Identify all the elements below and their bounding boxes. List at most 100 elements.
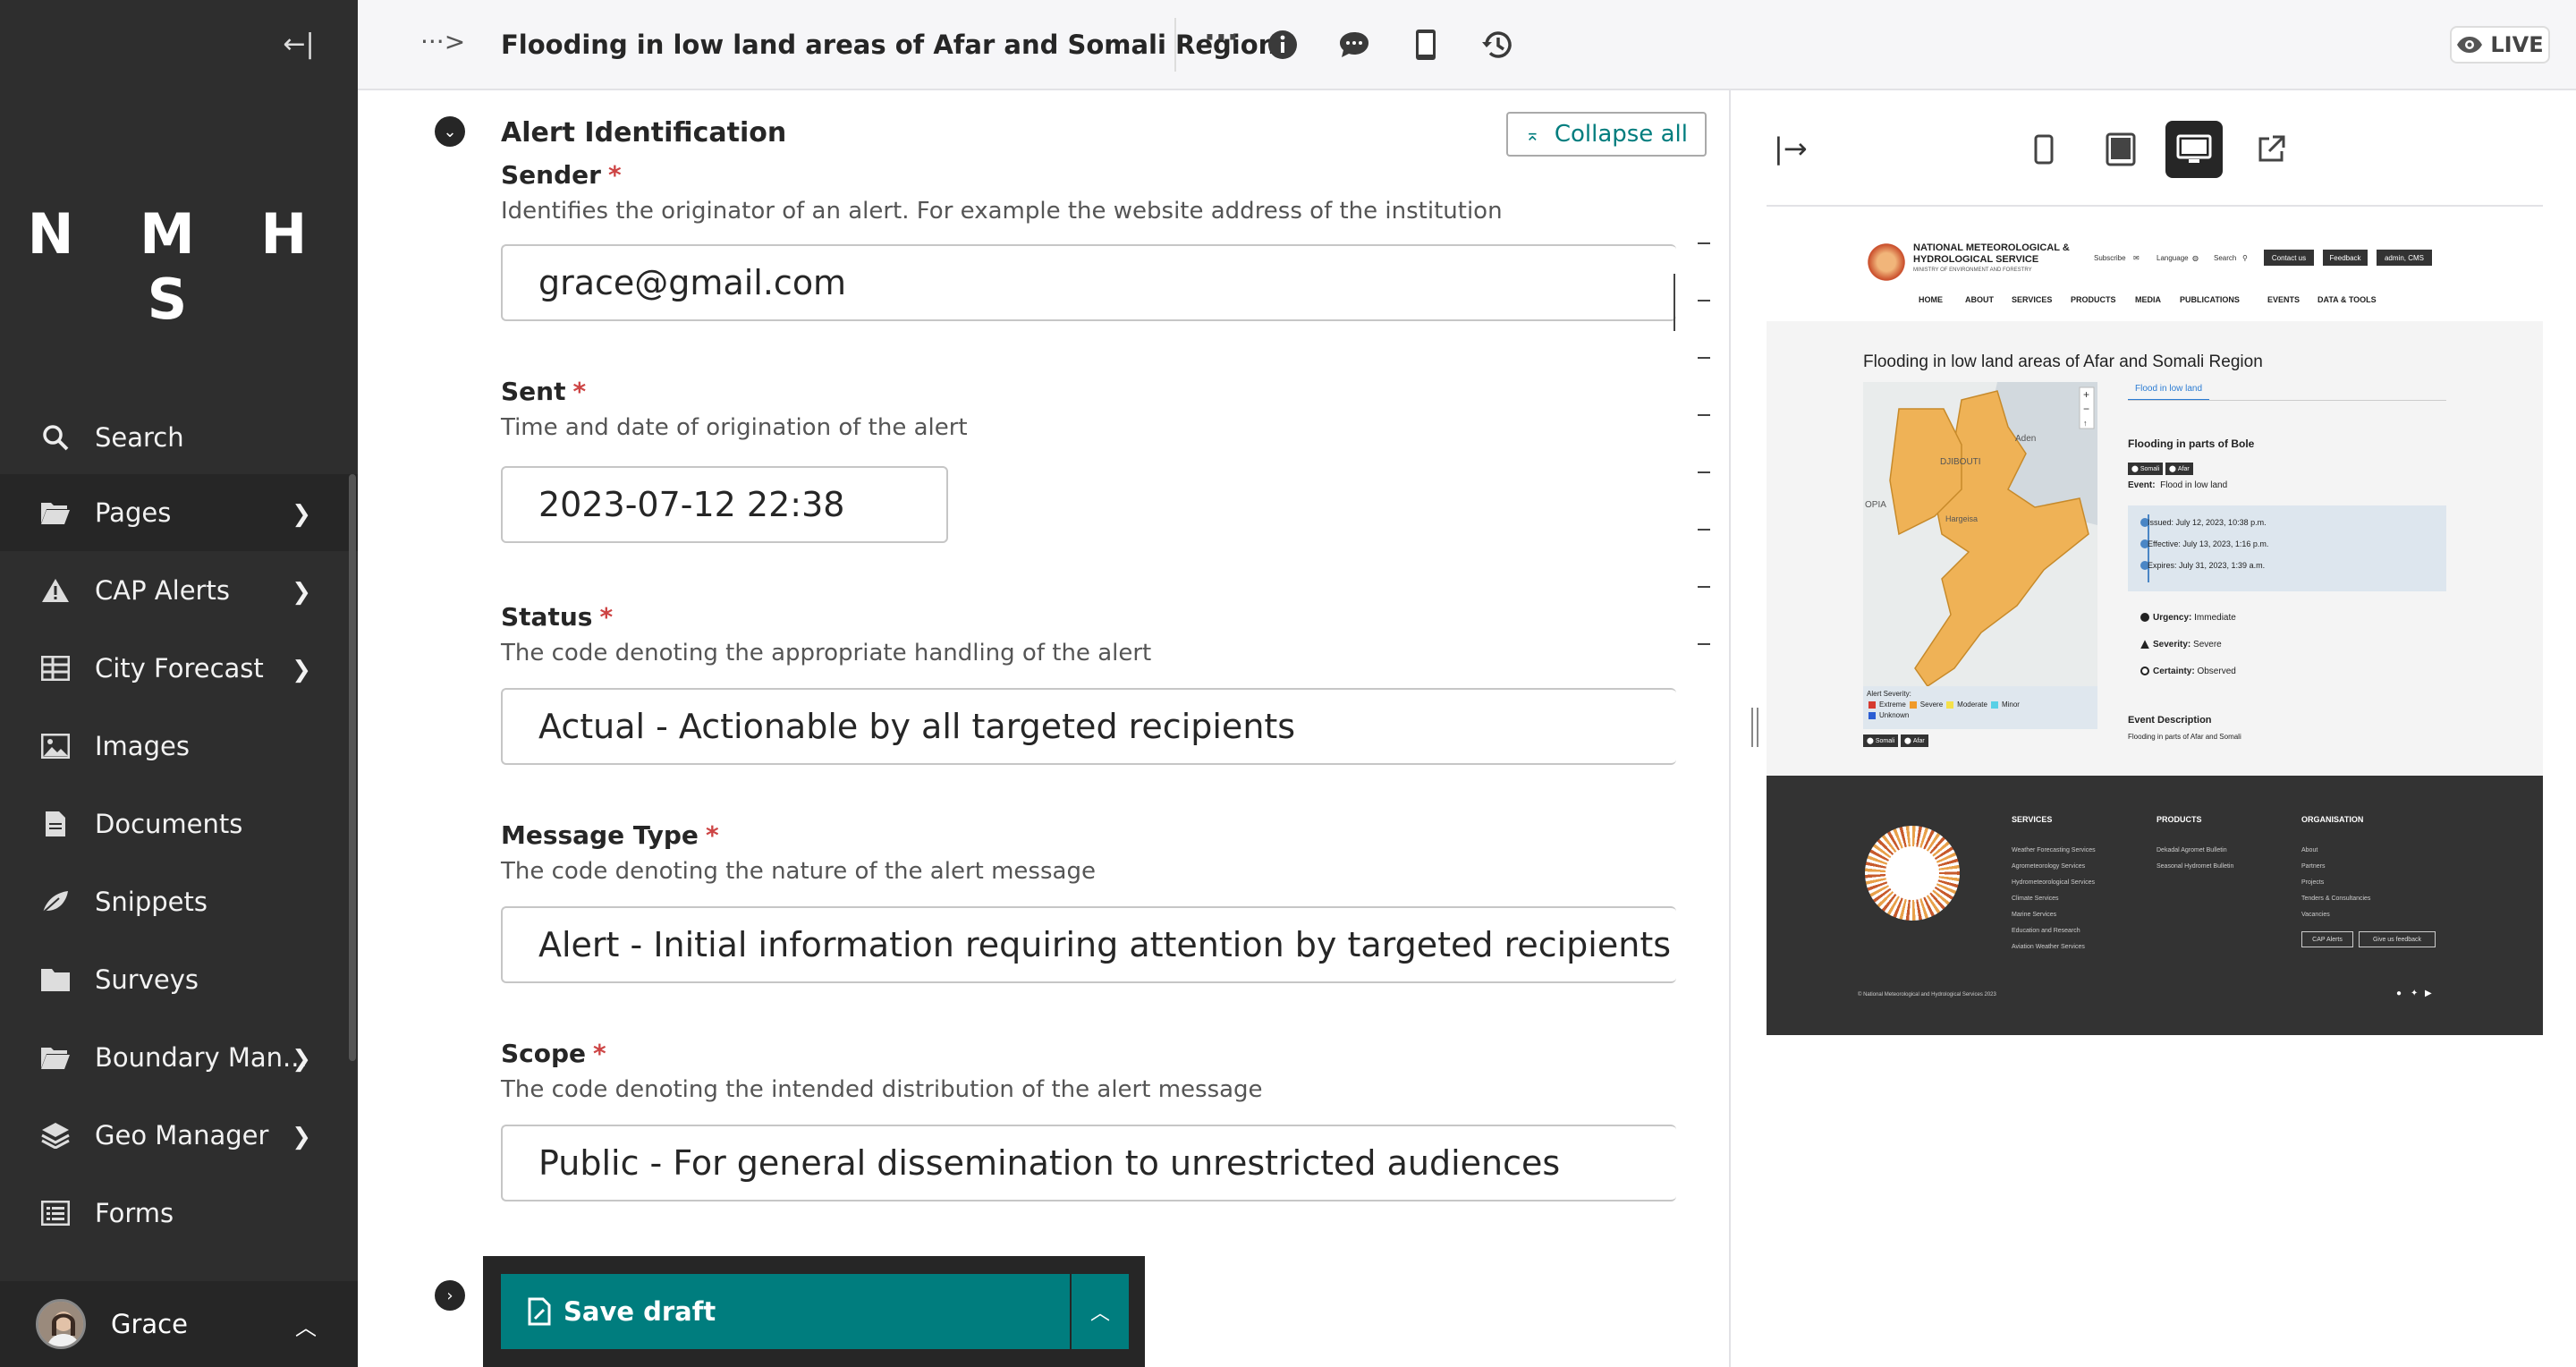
collapse-all-button[interactable]: ⌅ Collapse all: [1506, 112, 1707, 157]
footer-link[interactable]: Partners: [2301, 863, 2325, 870]
sidebar-item-label: Search: [95, 422, 184, 453]
sent-help: Time and date of origination of the aler…: [501, 414, 968, 441]
resize-handle[interactable]: [1751, 708, 1758, 747]
certainty-icon: [2140, 667, 2149, 676]
sidebar-item-cap-alerts[interactable]: CAP Alerts ❯: [0, 552, 358, 629]
zoom-in-icon[interactable]: +: [2083, 388, 2089, 401]
sidebar-item-geo-manager[interactable]: Geo Manager ❯: [0, 1097, 358, 1174]
footer-link[interactable]: About: [2301, 847, 2318, 853]
next-section-toggle-icon[interactable]: ›: [435, 1280, 465, 1311]
language-link[interactable]: Language: [2157, 254, 2189, 262]
breadcrumb[interactable]: ···>: [420, 27, 465, 56]
sender-input[interactable]: grace@gmail.com: [501, 244, 1676, 321]
effective-time: Effective: July 13, 2023, 1:16 p.m.: [2148, 539, 2269, 548]
sidebar-item-snippets[interactable]: Snippets: [0, 863, 358, 940]
facebook-icon[interactable]: ●: [2396, 989, 2402, 998]
sidebar-item-images[interactable]: Images: [0, 708, 358, 785]
snippet-icon: [39, 887, 72, 917]
contact-us-button[interactable]: Contact us: [2264, 250, 2314, 266]
open-external-icon[interactable]: [2242, 121, 2300, 178]
status-select[interactable]: Actual - Actionable by all targeted reci…: [501, 688, 1676, 765]
message-type-select[interactable]: Alert - Initial information requiring at…: [501, 906, 1676, 983]
locate-icon[interactable]: ↑: [2083, 419, 2088, 428]
footer-link[interactable]: Vacancies: [2301, 912, 2330, 918]
folder-icon: [39, 964, 72, 995]
minimap-ticks[interactable]: [1698, 242, 1712, 700]
legend-unknown: Unknown: [1868, 711, 1909, 719]
footer-link[interactable]: Seasonal Hydromet Bulletin: [2157, 863, 2233, 870]
collapse-icon: ⌅: [1525, 123, 1540, 145]
sender-label: Sender *: [501, 160, 622, 190]
info-icon[interactable]: [1265, 27, 1301, 63]
footer-link[interactable]: Hydrometeorological Services: [2012, 879, 2095, 886]
legend-swatch-severe: [1909, 701, 1917, 709]
search-link[interactable]: Search: [2214, 254, 2236, 262]
footer-link[interactable]: Tenders & Consultancies: [2301, 896, 2370, 902]
footer-link[interactable]: Marine Services: [2012, 912, 2056, 918]
sidebar-item-documents[interactable]: Documents: [0, 785, 358, 862]
nav-publications[interactable]: PUBLICATIONS: [2180, 295, 2240, 304]
sent-datetime-input[interactable]: 2023-07-12 22:38: [501, 466, 948, 543]
nav-data-tools[interactable]: DATA & TOOLS: [2318, 295, 2377, 304]
site-preview: NATIONAL METEOROLOGICAL & HYDROLOGICAL S…: [1767, 216, 2543, 1035]
sidebar-item-surveys[interactable]: Surveys: [0, 941, 358, 1018]
nav-home[interactable]: HOME: [1919, 295, 1943, 304]
footer-link[interactable]: Aviation Weather Services: [2012, 944, 2085, 950]
more-actions-icon[interactable]: ···: [1204, 20, 1239, 55]
site-logo[interactable]: N M H S: [0, 201, 358, 332]
tablet-size-icon[interactable]: [2092, 121, 2149, 178]
area-title: Flooding in parts of Bole: [2128, 437, 2255, 450]
legend-moderate: Moderate: [1957, 700, 1987, 709]
feedback-button[interactable]: Feedback: [2323, 250, 2368, 266]
sidebar-item-search[interactable]: Search: [0, 399, 358, 476]
sidebar-scrollbar[interactable]: [349, 474, 356, 1061]
user-menu[interactable]: Grace ︿: [0, 1281, 358, 1367]
history-icon[interactable]: [1479, 27, 1515, 63]
nav-about[interactable]: ABOUT: [1965, 295, 1994, 304]
scope-select[interactable]: Public - For general dissemination to un…: [501, 1125, 1676, 1201]
nav-services[interactable]: SERVICES: [2012, 295, 2052, 304]
mobile-preview-icon[interactable]: [1408, 27, 1444, 63]
more-actions-chevron-up-icon[interactable]: ︿: [1072, 1274, 1129, 1349]
subscribe-icon: ✉: [2133, 254, 2140, 262]
save-draft-button[interactable]: Save draft: [501, 1274, 1070, 1349]
youtube-icon[interactable]: ▶: [2425, 989, 2432, 998]
footer-link[interactable]: Education and Research: [2012, 928, 2080, 934]
tab-flood-in-low-land[interactable]: Flood in low land: [2128, 384, 2210, 401]
alert-map[interactable]: Aden DJIBOUTI OPIA Hargeisa + − ↑ Alert …: [1863, 382, 2097, 729]
sidebar-item-label: Boundary Man...: [95, 1042, 308, 1073]
mobile-size-icon[interactable]: [2015, 121, 2072, 178]
footer-cap-alerts-button[interactable]: CAP Alerts: [2301, 931, 2353, 947]
nav-products[interactable]: PRODUCTS: [2071, 295, 2116, 304]
section-toggle-icon[interactable]: ⌄: [435, 116, 465, 147]
legend-minor: Minor: [2001, 700, 2020, 709]
live-status-button[interactable]: LIVE: [2450, 26, 2550, 64]
sidebar-item-boundary-manager[interactable]: Boundary Man... ❯: [0, 1019, 358, 1096]
footer-link[interactable]: Weather Forecasting Services: [2012, 847, 2096, 853]
folder-open-icon: [39, 1042, 72, 1073]
footer-link[interactable]: Projects: [2301, 879, 2324, 886]
comments-icon[interactable]: [1336, 27, 1372, 63]
org-logo-icon[interactable]: [1865, 241, 1908, 284]
close-preview-icon[interactable]: |→: [1774, 132, 1808, 166]
desktop-size-icon[interactable]: [2165, 121, 2223, 178]
footer-link[interactable]: Dekadal Agromet Bulletin: [2157, 847, 2227, 853]
sidebar-item-city-forecast[interactable]: City Forecast ❯: [0, 630, 358, 707]
footer-link[interactable]: Climate Services: [2012, 896, 2059, 902]
nav-media[interactable]: MEDIA: [2135, 295, 2161, 304]
subscribe-link[interactable]: Subscribe: [2094, 254, 2126, 262]
sidebar-item-forms[interactable]: Forms: [0, 1175, 358, 1252]
sidebar-item-label: Snippets: [95, 887, 208, 917]
warning-icon: [39, 575, 72, 606]
footer-link[interactable]: Agrometeorology Services: [2012, 863, 2085, 870]
nav-events[interactable]: EVENTS: [2267, 295, 2300, 304]
admin-button[interactable]: admin, CMS: [2377, 250, 2432, 266]
severity-row: Severity: Severe: [2140, 640, 2222, 650]
zoom-out-icon[interactable]: −: [2083, 403, 2089, 415]
sidebar-item-label: Surveys: [95, 964, 199, 995]
text-caret: [1674, 274, 1675, 331]
twitter-icon[interactable]: ✦: [2411, 989, 2418, 998]
collapse-sidebar-icon[interactable]: ←|: [279, 29, 318, 61]
footer-feedback-button[interactable]: Give us feedback: [2359, 931, 2436, 947]
sidebar-item-pages[interactable]: Pages ❯: [0, 474, 358, 551]
